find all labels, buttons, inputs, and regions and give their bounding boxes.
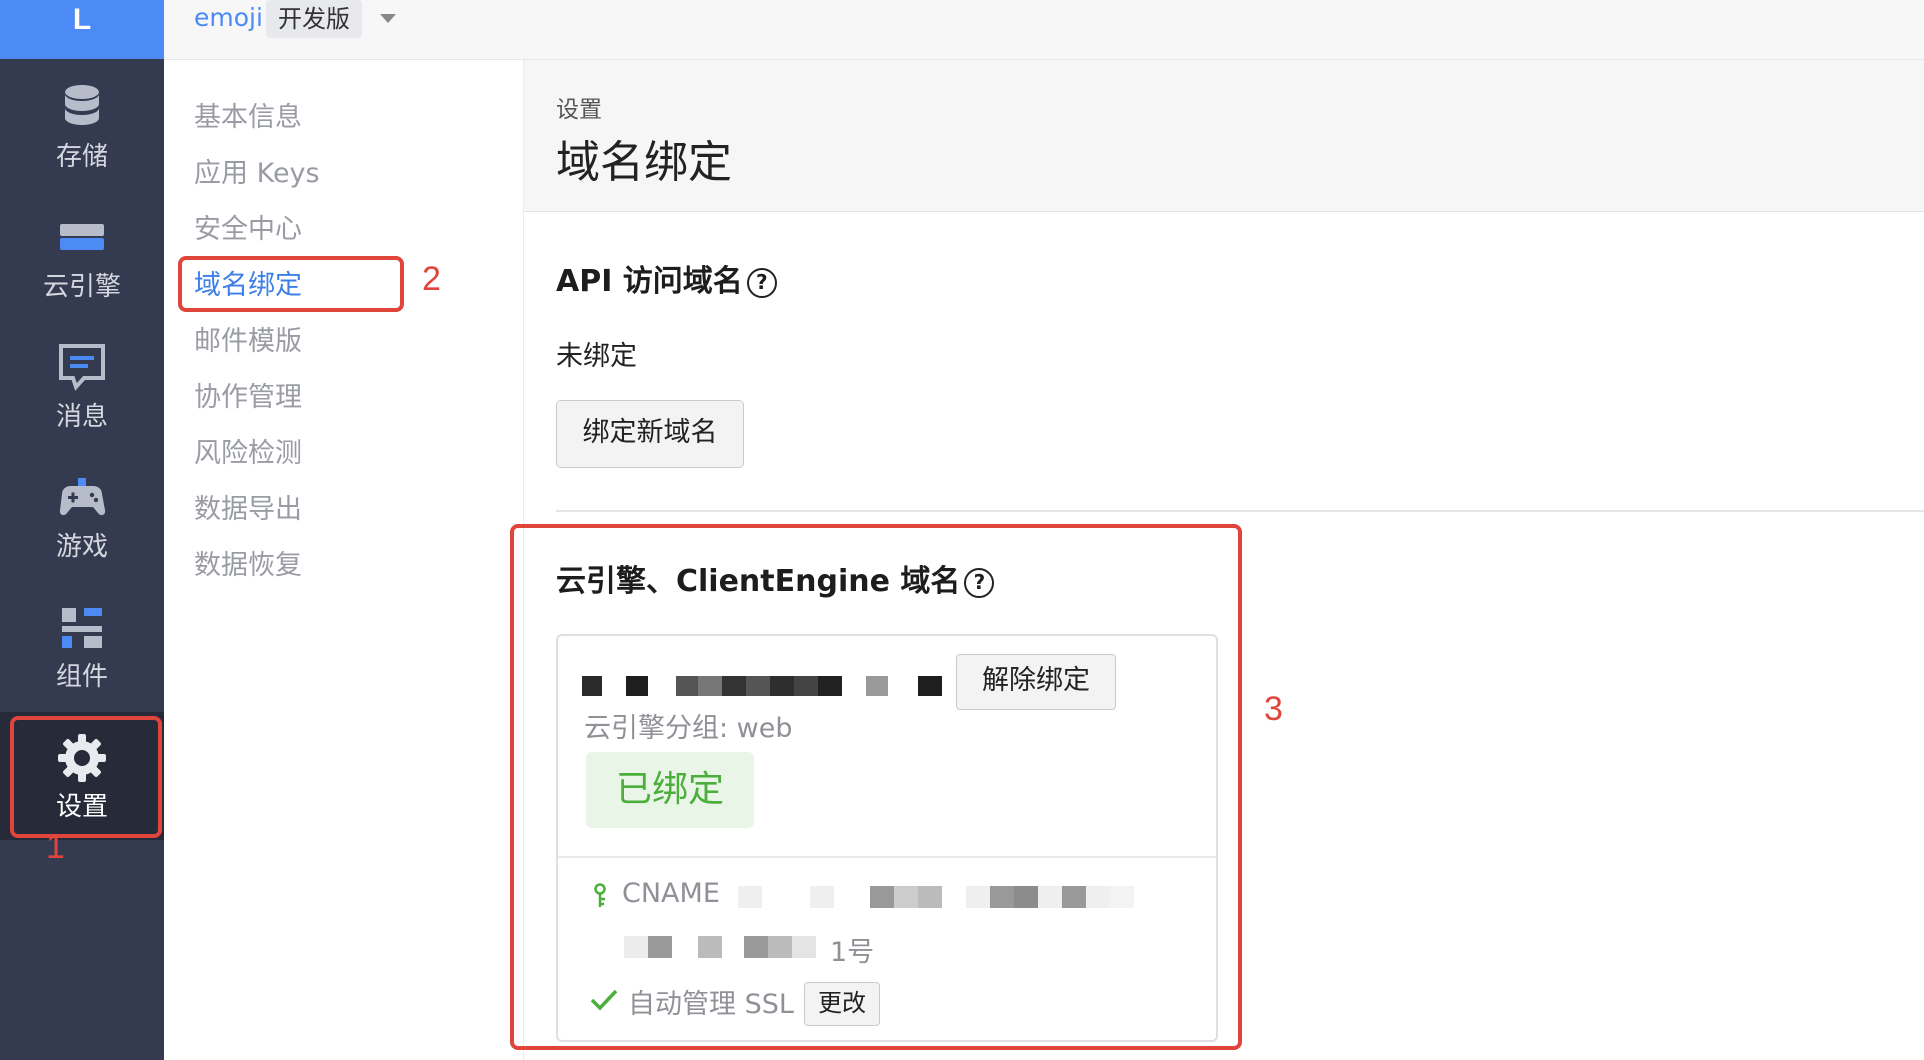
rail-item-label: 游戏 (55, 532, 108, 562)
server-icon (60, 224, 104, 250)
left-rail: L 存储 云引擎 消息 游戏 组件 设置 (0, 0, 164, 1060)
rail-item-engine[interactable]: 云引擎 (0, 192, 164, 320)
api-domain-section-title: API 访问域名? (556, 256, 777, 300)
page-header: 设置 域名绑定 (524, 60, 1924, 212)
app-root: L 存储 云引擎 消息 游戏 组件 设置 emoji 开发版 基本信息 应用 K… (0, 0, 1924, 1060)
components-icon (62, 608, 102, 648)
rail-item-label: 存储 (55, 142, 108, 172)
rail-item-label: 消息 (55, 402, 108, 432)
gamepad-icon (59, 478, 106, 516)
annotation-box-1 (10, 716, 162, 838)
chevron-down-icon[interactable] (380, 14, 396, 23)
breadcrumb[interactable]: 设置 (556, 90, 602, 124)
subnav-item-risk-detection[interactable]: 风险检测 (194, 436, 302, 472)
top-bar: emoji 开发版 (164, 0, 1924, 60)
api-domain-status: 未绑定 (556, 341, 637, 372)
subnav-item-app-keys[interactable]: 应用 Keys (194, 156, 320, 192)
database-icon (65, 85, 99, 125)
section-divider (556, 510, 1924, 512)
help-icon[interactable]: ? (746, 268, 777, 298)
message-icon (59, 344, 105, 391)
subnav-item-data-export[interactable]: 数据导出 (194, 492, 302, 528)
annotation-number-2: 2 (422, 260, 441, 298)
settings-subnav: 基本信息 应用 Keys 安全中心 域名绑定 邮件模版 协作管理 风险检测 数据… (164, 60, 524, 1060)
annotation-box-3 (510, 524, 1242, 1050)
subnav-item-collaboration[interactable]: 协作管理 (194, 380, 302, 416)
rail-item-game[interactable]: 游戏 (0, 452, 164, 580)
rail-item-label: 云引擎 (42, 272, 121, 302)
rail-item-message[interactable]: 消息 (0, 322, 164, 450)
subnav-item-basic-info[interactable]: 基本信息 (194, 100, 302, 136)
annotation-number-3: 3 (1264, 690, 1283, 728)
app-name[interactable]: emoji (194, 0, 263, 36)
subnav-item-data-restore[interactable]: 数据恢复 (194, 548, 302, 584)
subnav-item-email-templates[interactable]: 邮件模版 (194, 324, 302, 360)
app-logo[interactable]: L (0, 0, 164, 59)
rail-item-storage[interactable]: 存储 (0, 62, 164, 190)
rail-item-components[interactable]: 组件 (0, 582, 164, 710)
api-domain-title-text: API 访问域名 (556, 264, 743, 299)
page-title: 域名绑定 (556, 137, 732, 188)
annotation-box-2 (178, 256, 404, 312)
subnav-item-security[interactable]: 安全中心 (194, 212, 302, 248)
bind-new-domain-button[interactable]: 绑定新域名 (556, 400, 744, 468)
rail-item-label: 组件 (55, 662, 108, 692)
annotation-number-1: 1 (46, 828, 65, 866)
env-badge[interactable]: 开发版 (266, 0, 362, 38)
